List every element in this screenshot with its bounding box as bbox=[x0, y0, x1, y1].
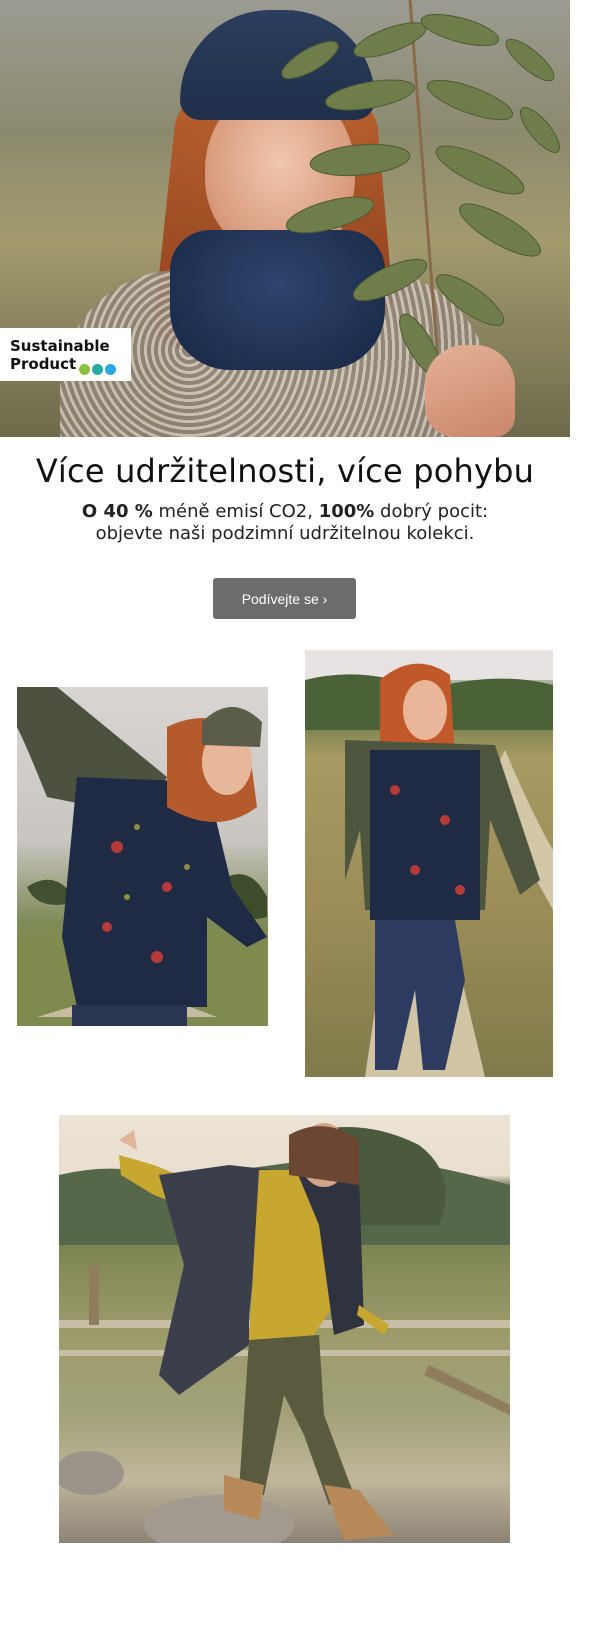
subheadline-text-2: dobrý pocit: bbox=[374, 501, 489, 522]
badge-dots bbox=[79, 360, 118, 379]
hero-image[interactable]: Sustainable Product bbox=[0, 0, 570, 437]
subheadline-line2: objevte naši podzimní udržitelnou kolekc… bbox=[95, 523, 475, 544]
subheadline-text-1: méně emisí CO2, bbox=[152, 501, 319, 522]
subheadline-line1: O 40 % méně emisí CO2, 100% dobrý pocit: bbox=[0, 501, 570, 523]
sustainable-product-badge: Sustainable Product bbox=[0, 328, 131, 381]
badge-line2: Product bbox=[10, 355, 77, 373]
badge-dot-blue bbox=[105, 364, 116, 375]
product-photo-1[interactable] bbox=[17, 687, 268, 1026]
subheadline-percent-2: 100% bbox=[318, 501, 375, 522]
hero-hand bbox=[425, 345, 515, 437]
subheadline: O 40 % méně emisí CO2, 100% dobrý pocit:… bbox=[0, 501, 570, 545]
product-photo-2[interactable] bbox=[305, 650, 553, 1077]
product-photo-3[interactable] bbox=[59, 1115, 510, 1543]
badge-line1: Sustainable bbox=[10, 337, 110, 355]
view-collection-button[interactable]: Podívejte se › bbox=[213, 578, 356, 619]
headline: Více udržitelnosti, více pohybu bbox=[35, 452, 535, 490]
photo-1-illustration bbox=[17, 687, 268, 1026]
hero-leaves-branch bbox=[281, 0, 561, 390]
photo-2-illustration bbox=[305, 650, 553, 1077]
badge-dot-green bbox=[79, 364, 90, 375]
subheadline-percent-1: O 40 % bbox=[81, 501, 153, 522]
badge-dot-teal bbox=[92, 364, 103, 375]
photo-3-illustration bbox=[59, 1123, 510, 1543]
